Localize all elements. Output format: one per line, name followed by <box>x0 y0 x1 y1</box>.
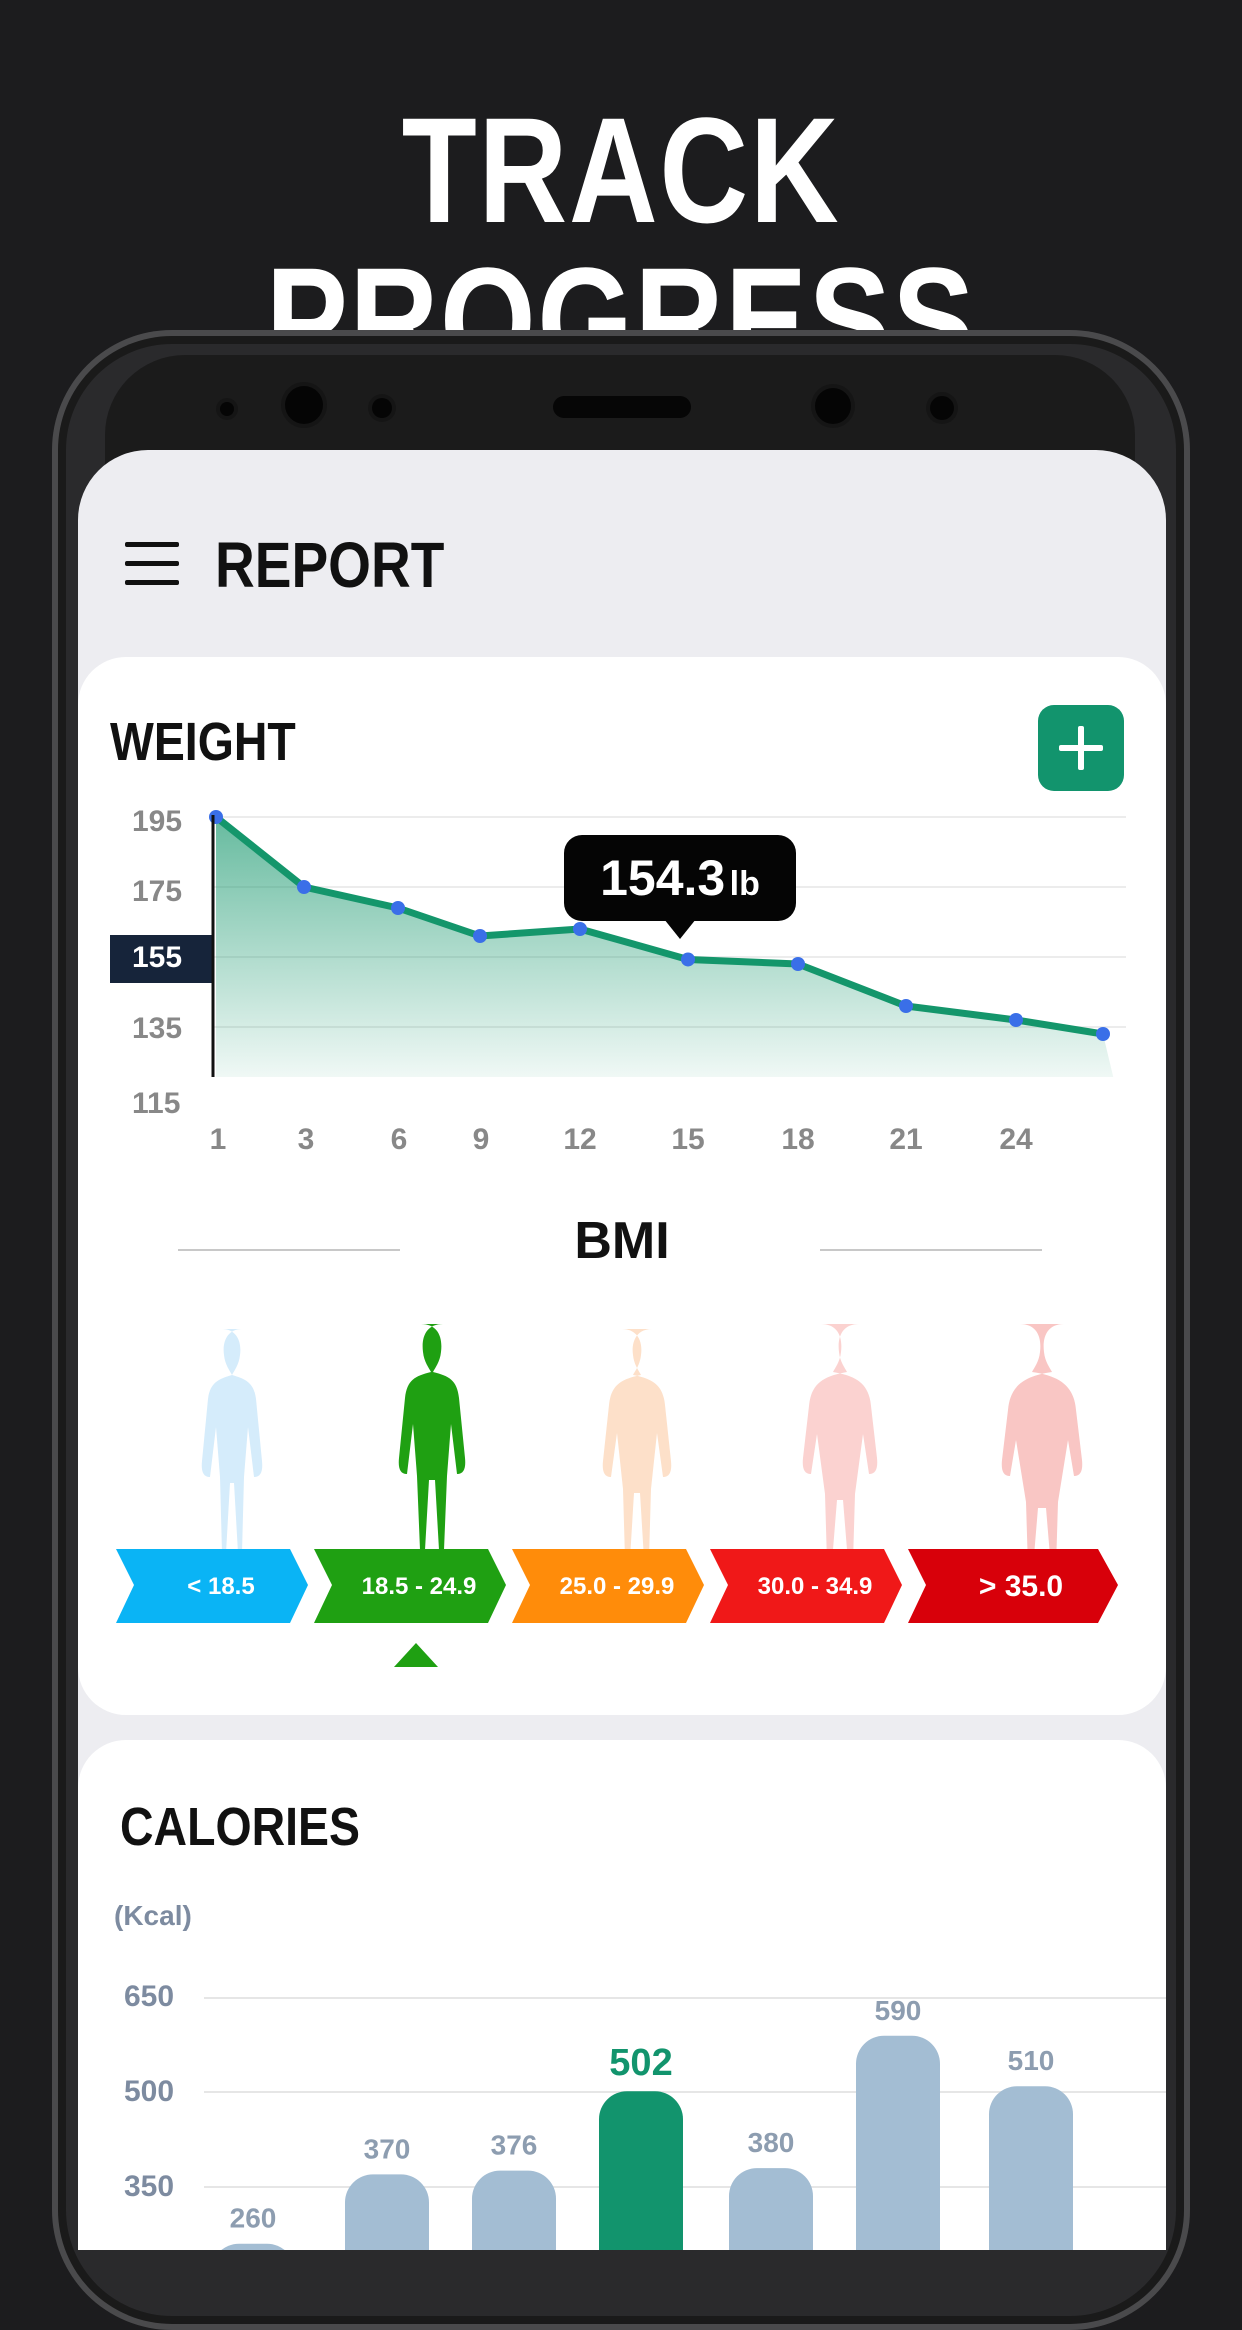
data-point <box>899 999 913 1013</box>
sensor-icon <box>220 402 234 416</box>
body-figure-extremely-obese-icon <box>1001 1324 1083 1562</box>
data-point <box>297 880 311 894</box>
bmi-pointer-icon <box>394 1643 438 1667</box>
bar-value-label: 380 <box>748 2127 795 2158</box>
data-point <box>791 957 805 971</box>
x-tick-label: 15 <box>671 1123 705 1156</box>
bmi-range-label: > 35.0 <box>978 1570 1064 1603</box>
app-screen: REPORT WEIGHT 195 175 155 135 115 154.3 … <box>78 450 1166 2250</box>
body-figure-obese-icon <box>802 1324 878 1562</box>
sensor-icon <box>372 398 392 418</box>
bmi-range-label: < 18.5 <box>187 1573 255 1600</box>
earpiece-speaker <box>553 396 691 418</box>
data-point <box>681 952 695 967</box>
bar-value-label: 510 <box>1008 2045 1055 2076</box>
bmi-range-label: 18.5 - 24.9 <box>361 1573 477 1600</box>
calories-card: CALORIES (Kcal) 650 500 350 260 370 376 502… <box>78 1740 1166 2250</box>
x-tick-label: 12 <box>563 1123 597 1156</box>
data-point <box>473 929 487 943</box>
x-tick-label: 3 <box>297 1123 315 1156</box>
menu-icon[interactable] <box>125 542 179 586</box>
bar-value-label: 590 <box>875 1995 922 2026</box>
tooltip-value: 154.3 <box>600 850 726 906</box>
calorie-bar <box>729 2168 813 2250</box>
weight-card: WEIGHT 195 175 155 135 115 154.3 lb 1 3 … <box>78 657 1166 1715</box>
page-title: REPORT <box>215 529 445 601</box>
tooltip-unit: lb <box>729 865 760 903</box>
sensor-icon <box>930 396 954 420</box>
bar-value-label: 376 <box>491 2130 538 2161</box>
data-point <box>391 901 405 915</box>
bar-value-label: 502 <box>609 2042 672 2084</box>
data-point <box>1096 1027 1110 1041</box>
x-tick-label: 21 <box>889 1123 923 1156</box>
x-tick-label: 1 <box>209 1123 227 1156</box>
bmi-title: BMI <box>574 1212 670 1270</box>
calorie-bar <box>989 2086 1073 2250</box>
bar-value-label: 260 <box>230 2203 277 2234</box>
bmi-range-label: 30.0 - 34.9 <box>757 1573 873 1600</box>
data-point <box>1009 1013 1023 1027</box>
calorie-bar <box>221 2243 285 2250</box>
body-figure-underweight-icon <box>201 1329 263 1563</box>
weight-tooltip: 154.3 lb <box>564 835 796 939</box>
camera-icon <box>815 388 851 424</box>
calories-chart: 260 370 376 502 380 590 510 <box>204 1995 1166 2250</box>
x-tick-label: 18 <box>781 1123 815 1156</box>
front-camera-icon <box>285 386 323 424</box>
data-point <box>209 810 223 824</box>
data-point <box>573 922 587 936</box>
x-tick-label: 24 <box>999 1123 1033 1156</box>
calorie-bar <box>345 2174 429 2250</box>
y-tick-label: 115 <box>132 1087 181 1120</box>
divider <box>820 1249 1042 1251</box>
calorie-bar <box>599 2091 683 2250</box>
app-bar: REPORT <box>78 450 1166 655</box>
x-tick-label: 9 <box>472 1123 490 1156</box>
body-figure-overweight-icon <box>602 1329 672 1559</box>
calorie-bar <box>472 2170 556 2250</box>
bmi-range-label: 25.0 - 29.9 <box>559 1573 675 1600</box>
bar-value-label: 370 <box>364 2133 411 2164</box>
x-tick-label: 6 <box>390 1123 408 1156</box>
body-figure-normal-icon <box>398 1324 466 1550</box>
